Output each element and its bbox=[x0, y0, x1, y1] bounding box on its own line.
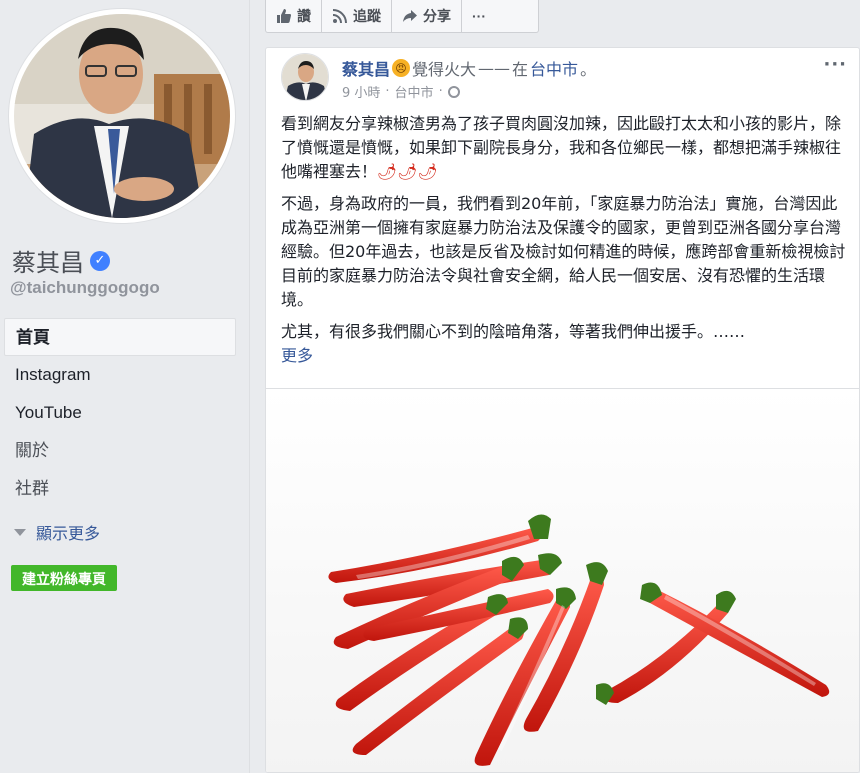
page-handle[interactable]: @taichunggogogo bbox=[10, 278, 160, 298]
feeling-dash: —— bbox=[478, 58, 511, 78]
like-label: 讚 bbox=[297, 8, 311, 24]
thumbs-up-icon bbox=[277, 9, 291, 23]
caret-down-icon bbox=[14, 528, 26, 536]
post-paragraph: 不過，身為政府的一員，我們看到20年前，「家庭暴力防治法」實施，台灣因此成為亞洲… bbox=[281, 194, 846, 309]
post-timestamp[interactable]: 9 小時 bbox=[342, 82, 380, 101]
post-paragraph: 尤其，有很多我們關心不到的陰暗角落，等著我們伸出援手。…… 更多 bbox=[281, 320, 846, 368]
page-name-text: 蔡其昌 bbox=[12, 249, 84, 277]
post-photo[interactable] bbox=[266, 388, 859, 772]
meta-separator: · bbox=[438, 84, 443, 99]
post-header: 蔡其昌 😠 覺得火大 —— 在 台中市 。 bbox=[342, 56, 596, 80]
nav-item-instagram[interactable]: Instagram bbox=[4, 356, 236, 394]
see-more-link[interactable]: 更多 bbox=[281, 346, 313, 365]
red-chili-peppers-image bbox=[266, 389, 859, 772]
create-page-button[interactable]: 建立粉絲專頁 bbox=[11, 565, 117, 591]
nav-item-community[interactable]: 社群 bbox=[4, 470, 236, 508]
verified-badge-icon: ✓ bbox=[90, 250, 110, 271]
post-text: 看到網友分享辣椒渣男為了孩子買肉圓沒加辣，因此毆打太太和小孩的影片，除了憤慨還是… bbox=[281, 112, 846, 376]
nav-item-about[interactable]: 關於 bbox=[4, 432, 236, 470]
show-more-label: 顯示更多 bbox=[36, 526, 101, 543]
share-button[interactable]: 分享 bbox=[392, 0, 462, 32]
checkin-place-link[interactable]: 台中市 bbox=[530, 56, 578, 80]
post-location[interactable]: 台中市 bbox=[395, 82, 434, 101]
header-period: 。 bbox=[580, 60, 597, 79]
feeling-text: 覺得火大 bbox=[412, 60, 477, 79]
show-more-link[interactable]: 顯示更多 bbox=[14, 520, 100, 544]
page-nav: 首頁 Instagram YouTube 關於 社群 bbox=[4, 318, 236, 508]
meta-separator: · bbox=[385, 84, 390, 99]
follow-label: 追蹤 bbox=[353, 8, 381, 24]
page-name[interactable]: 蔡其昌 ✓ bbox=[12, 243, 110, 278]
more-options-button[interactable]: ··· bbox=[462, 0, 496, 32]
post-author-avatar[interactable] bbox=[281, 53, 329, 101]
rss-icon bbox=[332, 9, 347, 24]
angry-face-icon: 😠 bbox=[392, 59, 411, 77]
nav-item-home[interactable]: 首頁 bbox=[4, 318, 236, 356]
at-text: 在 bbox=[512, 60, 529, 79]
author-avatar-image bbox=[282, 54, 328, 100]
profile-photo-image bbox=[14, 14, 230, 218]
left-sidebar: 蔡其昌 ✓ @taichunggogogo 首頁 Instagram YouTu… bbox=[0, 0, 250, 773]
nav-item-youtube[interactable]: YouTube bbox=[4, 394, 236, 432]
share-arrow-icon bbox=[403, 10, 417, 22]
post-card: 蔡其昌 😠 覺得火大 —— 在 台中市 。 9 小時 · 台中市 · ··· 看… bbox=[265, 47, 860, 773]
share-label: 分享 bbox=[423, 8, 451, 24]
post-options-button[interactable]: ··· bbox=[823, 54, 847, 75]
page-action-bar: 讚 追蹤 分享 ··· bbox=[265, 0, 539, 33]
chili-pepper-icon: 🌶🌶🌶 bbox=[377, 162, 438, 181]
like-button[interactable]: 讚 bbox=[266, 0, 322, 32]
paragraph-text: 尤其，有很多我們關心不到的陰暗角落，等著我們伸出援手。…… bbox=[281, 322, 746, 341]
post-paragraph: 看到網友分享辣椒渣男為了孩子買肉圓沒加辣，因此毆打太太和小孩的影片，除了憤慨還是… bbox=[281, 112, 846, 184]
post-meta: 9 小時 · 台中市 · bbox=[342, 82, 460, 101]
paragraph-text: 看到網友分享辣椒渣男為了孩子買肉圓沒加辣，因此毆打太太和小孩的影片，除了憤慨還是… bbox=[281, 114, 842, 181]
post-author-name[interactable]: 蔡其昌 bbox=[342, 56, 390, 80]
follow-button[interactable]: 追蹤 bbox=[322, 0, 392, 32]
profile-picture[interactable] bbox=[9, 9, 235, 223]
more-dots-icon: ··· bbox=[472, 8, 486, 24]
globe-icon[interactable] bbox=[447, 85, 460, 98]
